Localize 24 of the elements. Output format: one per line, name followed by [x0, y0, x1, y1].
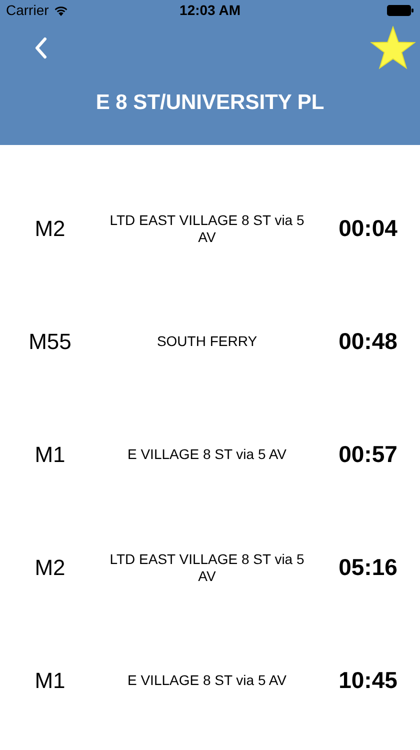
arrival-time: 00:48 [338, 328, 398, 355]
star-icon [370, 26, 416, 70]
wifi-icon [54, 4, 68, 16]
arrival-time: 05:16 [338, 554, 398, 581]
route-number: M2 [34, 554, 66, 580]
arrival-time: 00:57 [338, 441, 398, 468]
destination: E VILLAGE 8 ST via 5 AV [126, 672, 288, 689]
route-number: M2 [34, 216, 66, 242]
favorite-button[interactable] [370, 26, 416, 70]
stop-title: E 8 ST/UNIVERSITY PL [94, 91, 326, 115]
destination: SOUTH FERRY [156, 333, 258, 350]
status-time: 12:03 AM [180, 2, 240, 18]
back-icon [34, 37, 48, 59]
destination: E VILLAGE 8 ST via 5 AV [126, 446, 288, 463]
arrival-time: 00:04 [338, 215, 398, 242]
destination: LTD EAST VILLAGE 8 ST via 5 AV [108, 550, 306, 584]
carrier-name: Carrier [6, 2, 49, 18]
battery-icon [387, 4, 414, 16]
route-number: M1 [34, 668, 66, 694]
route-number: M1 [34, 442, 66, 468]
arrival-time: 10:45 [338, 667, 398, 694]
destination: LTD EAST VILLAGE 8 ST via 5 AV [108, 212, 306, 246]
back-button[interactable] [34, 37, 48, 59]
route-number: M55 [28, 328, 72, 354]
